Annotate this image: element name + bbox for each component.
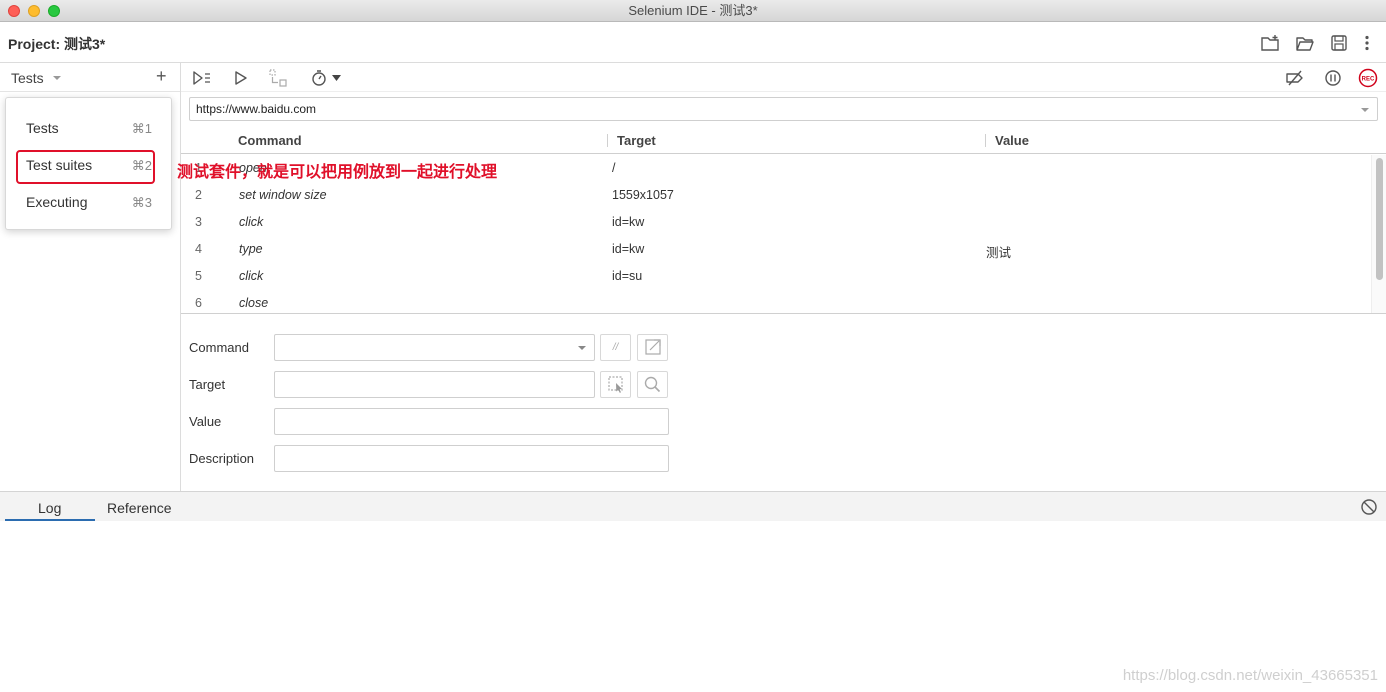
open-project-icon[interactable] <box>1295 33 1315 53</box>
project-title[interactable]: Project: 测试3* <box>8 34 105 54</box>
row-number: 4 <box>195 242 202 256</box>
bottom-panel-tabs: Log Reference <box>0 491 1386 521</box>
table-row[interactable]: 3 click id=kw <box>181 209 1371 236</box>
row-target: id=kw <box>612 242 645 256</box>
tab-reference[interactable]: Reference <box>107 500 172 516</box>
window-minimize-button[interactable] <box>28 5 40 17</box>
description-label: Description <box>189 451 255 466</box>
select-element-icon <box>608 376 623 393</box>
command-input[interactable] <box>274 334 595 361</box>
target-label: Target <box>189 377 226 392</box>
table-row[interactable]: 6 close <box>181 290 1371 313</box>
row-target: id=kw <box>612 215 645 229</box>
row-command: close <box>239 296 269 310</box>
new-project-icon[interactable] <box>1260 33 1280 53</box>
more-options-icon[interactable] <box>1357 33 1377 53</box>
external-link-icon <box>645 339 661 355</box>
window-maximize-button[interactable] <box>48 5 60 17</box>
watermark-text: https://blog.csdn.net/weixin_43665351 <box>1122 667 1378 684</box>
row-command: set window size <box>239 188 327 202</box>
target-input[interactable] <box>274 371 595 398</box>
chevron-down-icon[interactable] <box>1361 108 1369 112</box>
chevron-down-icon <box>53 76 61 80</box>
menu-item-label: Executing <box>26 194 88 210</box>
project-label: Project: <box>8 36 61 52</box>
row-command: click <box>239 215 264 229</box>
row-target: / <box>612 161 616 175</box>
base-url-value: https://www.baidu.com <box>196 102 317 116</box>
clear-log-icon[interactable] <box>1360 498 1378 516</box>
window-titlebar: Selenium IDE - 测试3* <box>0 0 1386 22</box>
menu-item-executing[interactable]: Executing ⌘3 <box>6 187 171 217</box>
tab-log[interactable]: Log <box>38 500 61 516</box>
speed-dropdown-icon[interactable] <box>329 68 349 88</box>
column-divider[interactable] <box>985 134 986 147</box>
row-value: 测试 <box>986 246 1012 260</box>
log-output: https://blog.csdn.net/weixin_43665351 <box>0 521 1386 692</box>
project-header: Project: 测试3* <box>0 22 1386 63</box>
base-url-input[interactable]: https://www.baidu.com <box>189 97 1378 121</box>
svg-text:REC: REC <box>1362 77 1375 83</box>
column-divider[interactable] <box>607 134 608 147</box>
pause-icon[interactable] <box>1323 68 1343 88</box>
select-target-button[interactable] <box>600 371 631 398</box>
comment-button[interactable]: // <box>600 334 631 361</box>
column-header-value: Value <box>995 133 1029 148</box>
row-number: 3 <box>195 215 202 229</box>
stopwatch-icon[interactable] <box>311 68 331 88</box>
open-reference-button[interactable] <box>637 334 668 361</box>
row-target: id=su <box>612 269 643 283</box>
annotation-highlight-box <box>16 150 155 184</box>
row-command: click <box>239 269 264 283</box>
table-row[interactable]: 2 set window size 1559x1057 <box>181 182 1371 209</box>
window-title: Selenium IDE - 测试3* <box>628 3 758 18</box>
scrollbar-thumb[interactable] <box>1376 158 1383 280</box>
row-target: 1559x1057 <box>612 188 674 202</box>
project-name: 测试3* <box>64 36 106 52</box>
view-selector-label: Tests <box>11 70 44 86</box>
menu-item-label: Tests <box>26 120 59 136</box>
table-scrollbar[interactable] <box>1371 155 1386 313</box>
window-close-button[interactable] <box>8 5 20 17</box>
row-number: 6 <box>195 296 202 310</box>
description-input[interactable] <box>274 445 669 472</box>
step-over-icon[interactable] <box>268 68 288 88</box>
table-row[interactable]: 4 type id=kw 测试 <box>181 236 1371 263</box>
value-input[interactable] <box>274 408 669 435</box>
run-current-test-icon[interactable] <box>231 68 251 88</box>
save-project-icon[interactable] <box>1329 33 1349 53</box>
column-header-target: Target <box>617 133 656 148</box>
record-icon[interactable]: REC <box>1358 68 1378 88</box>
column-header-command: Command <box>238 133 302 148</box>
command-label: Command <box>189 340 249 355</box>
commands-table-header: Command Target Value <box>181 128 1386 154</box>
menu-item-shortcut: ⌘3 <box>131 195 152 210</box>
search-icon <box>644 376 661 393</box>
row-number: 5 <box>195 269 202 283</box>
row-command: type <box>239 242 263 256</box>
chevron-down-icon[interactable] <box>578 346 586 350</box>
row-number: 2 <box>195 188 202 202</box>
value-label: Value <box>189 414 222 429</box>
menu-item-tests[interactable]: Tests ⌘1 <box>6 113 171 143</box>
main-toolbar: REC <box>181 63 1386 92</box>
table-row[interactable]: 5 click id=su <box>181 263 1371 290</box>
disable-breakpoints-icon[interactable] <box>1285 68 1305 88</box>
find-target-button[interactable] <box>637 371 668 398</box>
table-divider <box>181 313 1386 314</box>
run-all-tests-icon[interactable] <box>192 68 212 88</box>
add-test-icon[interactable]: + <box>156 66 167 87</box>
annotation-text: 测试套件，就是可以把用例放到一起进行处理 <box>177 164 498 181</box>
menu-item-shortcut: ⌘1 <box>131 121 152 136</box>
sidebar-header: Tests + <box>0 63 180 92</box>
